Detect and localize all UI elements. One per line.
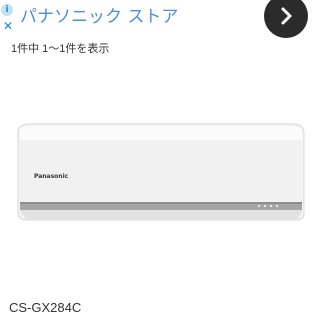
ad-go-button[interactable] [264, 0, 308, 38]
ad-info-icon[interactable]: i [1, 4, 13, 16]
ad-close-icon[interactable]: ✕ [2, 20, 14, 32]
air-conditioner-image[interactable]: Panasonic [0, 110, 320, 250]
brand-mark: Panasonic [34, 173, 69, 180]
result-count: 1件中 1〜1件を表示 [11, 43, 110, 55]
chevron-right-icon [281, 7, 292, 25]
product-name[interactable]: CS-GX284C [9, 300, 81, 315]
ad-title[interactable]: パナソニック ストア [20, 2, 178, 27]
ad-banner[interactable]: i ✕ パナソニック ストア [0, 0, 320, 38]
